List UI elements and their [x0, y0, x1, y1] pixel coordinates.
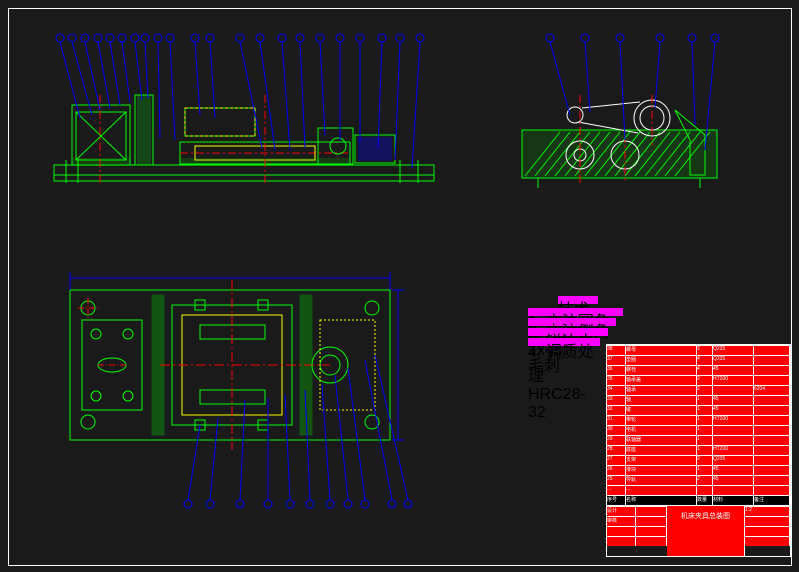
bom-header: 序号 名称 数量 材料 备注 [607, 495, 790, 505]
tech-req-line: 3. 锐边去毛刺 [528, 328, 608, 336]
tech-req-line: 2. 未注倒角1x45° [528, 318, 616, 326]
tech-req-heading: 技术要求 [558, 296, 598, 304]
title-block: 38螺母2Q235 37垫圈4Q235 36螺栓445 35轴承盖2HT200 … [606, 344, 791, 564]
bom-table: 38螺母2Q235 37垫圈4Q235 36螺栓445 35轴承盖2HT200 … [606, 344, 791, 506]
drawing-title: 机床夹具总装图 [667, 506, 745, 556]
tech-req-line: 4. 调质处理HRC28-32 [528, 338, 600, 346]
cad-model-space[interactable]: 技术要求 1. 未注圆角R3 2. 未注倒角1x45° 3. 锐边去毛刺 4. … [0, 0, 799, 572]
drawing-title-strip: 设计 审核 机床夹具总装图 1:2 [606, 506, 791, 557]
tech-req-line: 1. 未注圆角R3 [528, 308, 623, 316]
